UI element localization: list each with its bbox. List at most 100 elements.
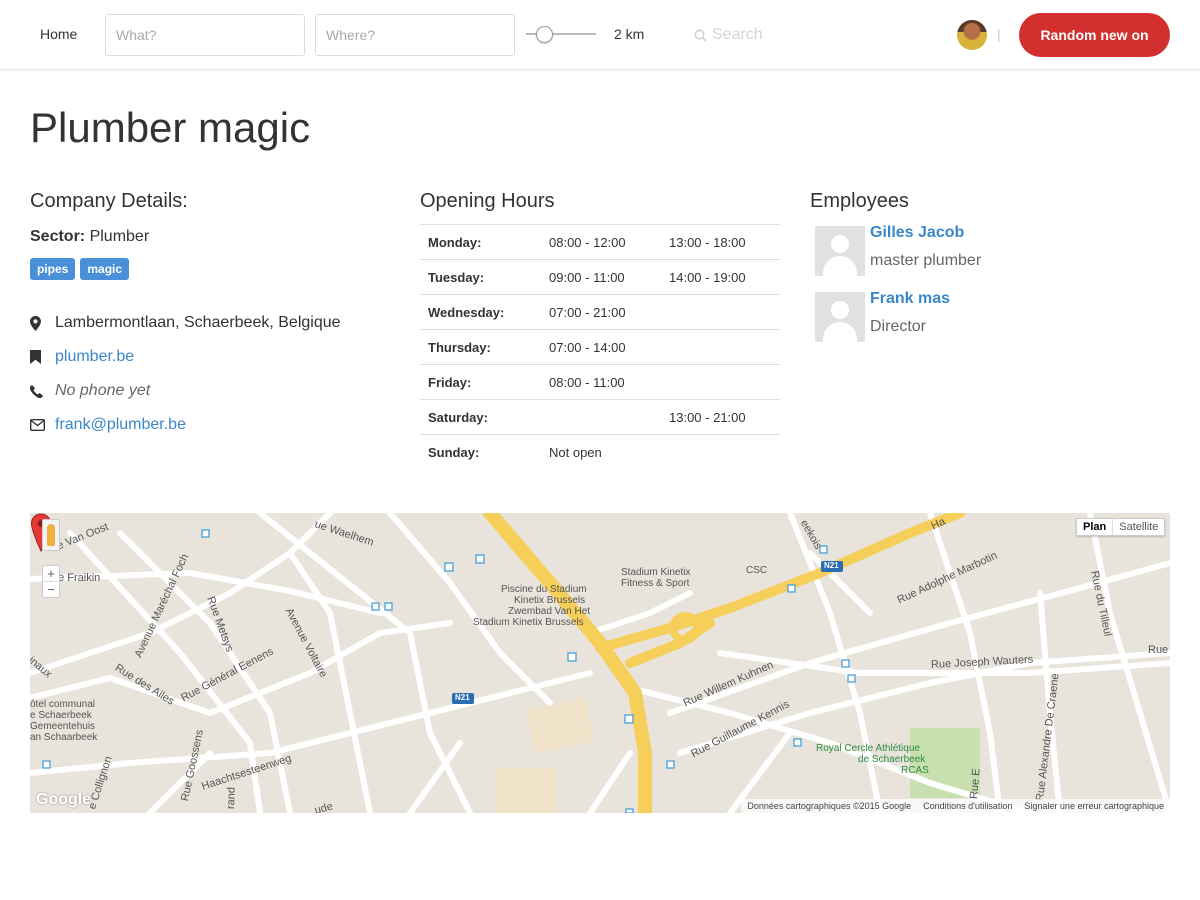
bookmark-icon: [30, 350, 55, 364]
hours-row-sunday: Sunday: Not open: [420, 434, 780, 470]
company-details-heading: Company Details:: [30, 190, 188, 212]
map-label: Fitness & Sport: [621, 578, 690, 589]
map-report-link[interactable]: Signaler une erreur cartographique: [1024, 801, 1164, 811]
email-row: frank@plumber.be: [30, 408, 390, 442]
hours-slot-2: [661, 330, 780, 365]
map-label: Kinetix Brussels: [514, 595, 586, 606]
what-search-input[interactable]: [105, 14, 305, 56]
map-label: Zwembad Van Het: [508, 606, 591, 617]
random-new-button[interactable]: Random new on: [1019, 13, 1170, 57]
employee-name-link[interactable]: Gilles Jacob: [870, 224, 981, 242]
zoom-in-button[interactable]: +: [43, 566, 59, 581]
tag-pipes[interactable]: pipes: [30, 258, 76, 280]
street-label: Rue: [1148, 644, 1169, 656]
map-label: Gemeentehuis: [30, 721, 96, 732]
map-label: Stadium Kinetix: [621, 567, 691, 578]
user-avatar[interactable]: [957, 20, 987, 50]
sector-label: Sector:: [30, 228, 86, 245]
street-view-pegman-icon[interactable]: [42, 519, 60, 551]
avatar-body-shape: [823, 256, 857, 276]
map-label: CSC: [746, 565, 768, 576]
search-label: Search: [712, 26, 763, 43]
employee-card: Gilles Jacob master plumber: [810, 224, 1170, 282]
map-label: de Schaerbeek: [858, 754, 926, 765]
hours-row-monday: Monday: 08:00 - 12:00 13:00 - 18:00: [420, 224, 780, 260]
hours-day: Saturday:: [428, 409, 488, 425]
tag-list: pipes magic: [30, 258, 390, 280]
hours-day: Friday:: [428, 374, 472, 390]
map-label: Stadium Kinetix Brussels: [473, 617, 584, 628]
home-link[interactable]: Home: [40, 26, 77, 42]
phone-icon: [30, 384, 55, 398]
employee-avatar-placeholder: [815, 226, 865, 276]
address-text: Lambermontlaan, Schaerbeek, Belgique: [55, 314, 341, 331]
zoom-controls: + −: [42, 565, 60, 598]
website-row: plumber.be: [30, 340, 390, 374]
envelope-icon: [30, 419, 55, 431]
employee-info: Gilles Jacob master plumber: [870, 224, 981, 282]
employee-name-link[interactable]: Frank mas: [870, 290, 950, 308]
map-label: RCAS: [901, 765, 929, 776]
opening-hours-section: Opening Hours Monday: 08:00 - 12:00 13:0…: [420, 190, 780, 470]
hours-row-wednesday: Wednesday: 07:00 - 21:00: [420, 294, 780, 330]
map-label: ôtel communal: [30, 699, 96, 710]
map-label: Royal Cercle Athlétique: [816, 743, 920, 754]
page-title: Plumber magic: [30, 104, 311, 151]
hours-slot-2: 14:00 - 19:00: [669, 269, 746, 285]
hours-slot-1: 08:00 - 12:00: [549, 234, 626, 250]
email-link[interactable]: frank@plumber.be: [55, 416, 186, 434]
avatar-body-shape: [823, 322, 857, 342]
employee-role: Director: [870, 318, 927, 335]
map-type-plan-button[interactable]: Plan: [1077, 519, 1112, 535]
search-button[interactable]: Search: [694, 26, 763, 44]
slider-handle[interactable]: [536, 26, 553, 43]
map-type-satellite-button[interactable]: Satellite: [1112, 519, 1164, 535]
location-map[interactable]: Stadium Kinetix Fitness & Sport Piscine …: [30, 513, 1170, 813]
hours-row-tuesday: Tuesday: 09:00 - 11:00 14:00 - 19:00: [420, 259, 780, 295]
avatar-head-shape: [831, 301, 849, 319]
employees-section: Employees Gilles Jacob master plumber Fr…: [810, 190, 1170, 348]
employee-avatar-placeholder: [815, 292, 865, 342]
avatar-head-shape: [831, 235, 849, 253]
distance-value: 2 km: [614, 26, 645, 42]
hours-slot-1: 08:00 - 11:00: [549, 374, 625, 390]
hours-row-friday: Friday: 08:00 - 11:00: [420, 364, 780, 400]
pegman-figure: [47, 524, 55, 546]
hours-day: Monday:: [428, 234, 482, 250]
opening-hours-heading: Opening Hours: [420, 190, 555, 212]
hours-slot-2: [661, 295, 780, 330]
employee-card: Frank mas Director: [810, 290, 1170, 348]
distance-slider[interactable]: [526, 24, 596, 44]
search-icon: [694, 28, 707, 42]
hours-slot-2: [661, 435, 780, 470]
sector-value: Plumber: [89, 228, 150, 245]
employee-info: Frank mas Director: [870, 290, 950, 348]
map-terms-link[interactable]: Conditions d'utilisation: [923, 801, 1012, 811]
hours-day: Sunday:: [428, 444, 480, 460]
where-search-input[interactable]: [315, 14, 515, 56]
zoom-out-button[interactable]: −: [43, 581, 59, 597]
phone-text: No phone yet: [55, 382, 151, 399]
hours-slot-1: 07:00 - 14:00: [549, 339, 626, 355]
nav-separator: |: [997, 26, 1001, 42]
contact-details: Lambermontlaan, Schaerbeek, Belgique plu…: [30, 306, 390, 442]
website-link[interactable]: plumber.be: [55, 348, 134, 366]
map-marker-icon: [30, 315, 55, 331]
hours-day: Thursday:: [428, 339, 491, 355]
employees-heading: Employees: [810, 190, 909, 212]
hours-day: Tuesday:: [428, 269, 485, 285]
phone-row: No phone yet: [30, 374, 390, 408]
hours-slot-1: 07:00 - 21:00: [549, 304, 626, 320]
street-label: rand: [225, 786, 238, 810]
top-navbar: Home 2 km Search | Random new on: [0, 0, 1200, 70]
map-type-toggle: Plan Satellite: [1076, 518, 1166, 536]
address-row: Lambermontlaan, Schaerbeek, Belgique: [30, 306, 390, 340]
hours-slot-2: [661, 365, 780, 400]
map-label: an Schaarbeek: [30, 732, 98, 743]
hours-slot-1: 09:00 - 11:00: [549, 269, 625, 285]
company-details-section: Company Details: Sector: Plumber pipes m…: [30, 190, 390, 442]
hours-day: Wednesday:: [428, 304, 505, 320]
tag-magic[interactable]: magic: [80, 258, 130, 280]
map-footer: Données cartographiques ©2015 Google Con…: [741, 799, 1170, 813]
hours-slot-1: Not open: [549, 444, 602, 460]
